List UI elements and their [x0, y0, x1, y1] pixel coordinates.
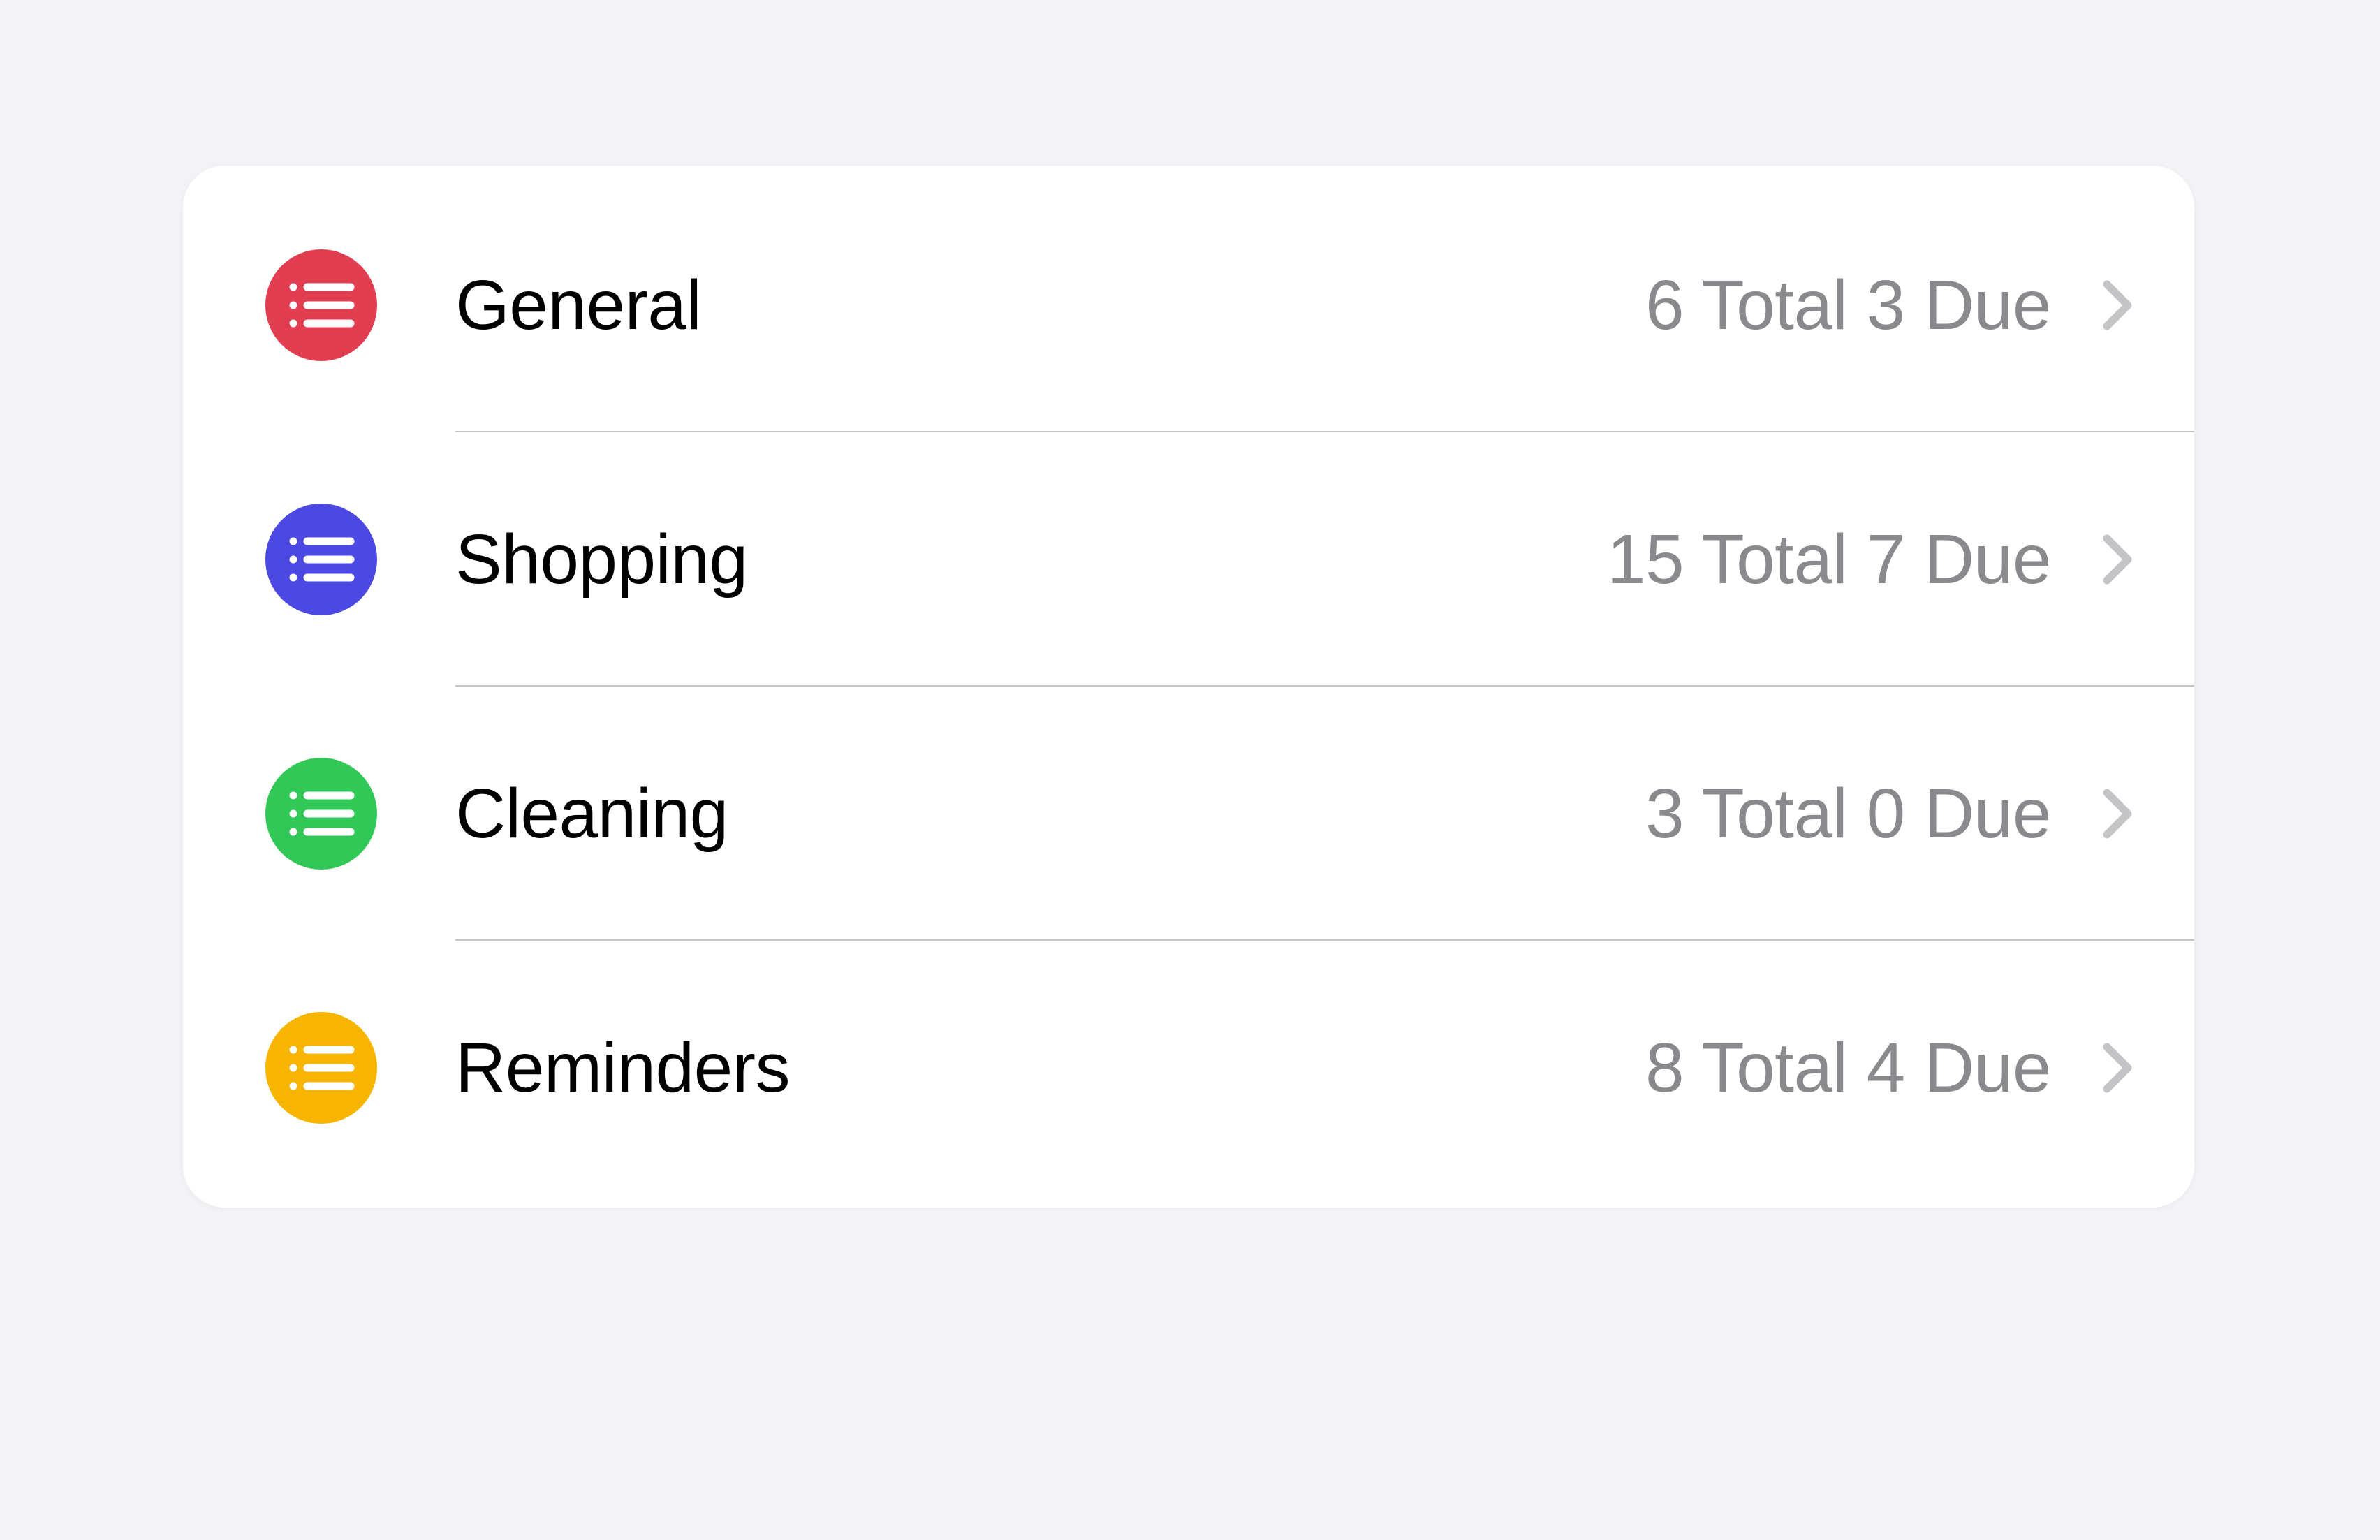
chevron-right-icon [2096, 1033, 2138, 1103]
lists-card: General 6 Total 3 Due Shopping 15 Total … [183, 166, 2194, 1208]
list-icon [265, 249, 377, 361]
list-detail: 15 Total 7 Due [1607, 520, 2051, 600]
list-row-shopping[interactable]: Shopping 15 Total 7 Due [183, 432, 2194, 687]
list-name: Reminders [455, 1029, 1645, 1106]
list-row-reminders[interactable]: Reminders 8 Total 4 Due [183, 941, 2194, 1195]
list-icon [265, 504, 377, 615]
list-icon [265, 758, 377, 870]
chevron-right-icon [2096, 525, 2138, 594]
list-icon [265, 1012, 377, 1124]
list-row-cleaning[interactable]: Cleaning 3 Total 0 Due [183, 687, 2194, 941]
list-detail: 8 Total 4 Due [1645, 1028, 2051, 1108]
chevron-right-icon [2096, 270, 2138, 340]
list-detail: 6 Total 3 Due [1645, 265, 2051, 346]
list-name: Shopping [455, 521, 1607, 598]
list-name: Cleaning [455, 775, 1645, 852]
list-row-general[interactable]: General 6 Total 3 Due [183, 178, 2194, 432]
chevron-right-icon [2096, 779, 2138, 849]
list-detail: 3 Total 0 Due [1645, 774, 2051, 854]
list-name: General [455, 267, 1645, 344]
